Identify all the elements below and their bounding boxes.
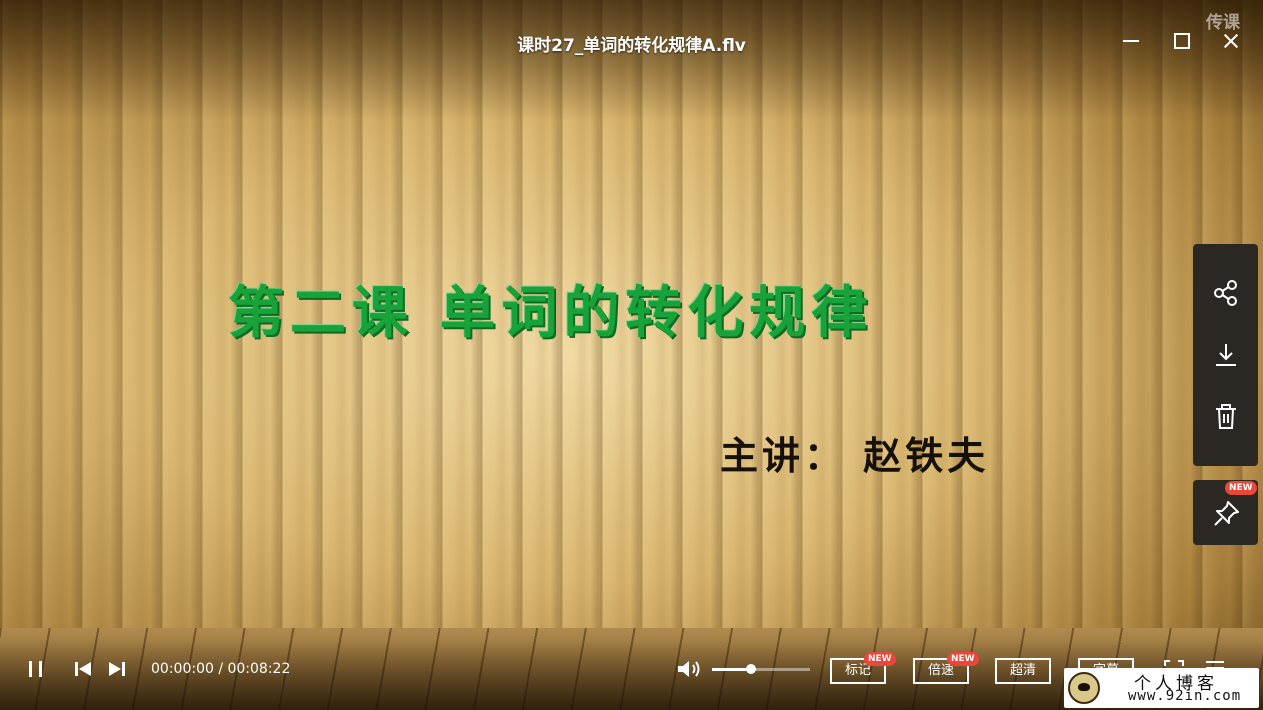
share-button[interactable] <box>1208 275 1244 311</box>
pause-button[interactable] <box>26 658 46 680</box>
quality-label: 超清 <box>1009 663 1036 678</box>
slide-lecturer: 主讲： 赵铁夫 <box>720 434 990 478</box>
download-icon <box>1216 344 1236 366</box>
site-watermark-logo: 个人博客 www.92in.com <box>1064 668 1259 708</box>
download-button[interactable] <box>1208 337 1244 373</box>
side-panel <box>1193 244 1258 466</box>
trash-icon <box>1216 404 1236 429</box>
skip-next-icon <box>109 662 125 676</box>
pause-icon <box>29 661 42 677</box>
site-watermark-url: www.92in.com <box>1128 688 1242 704</box>
speed-new-badge: NEW <box>947 652 979 666</box>
maximize-button[interactable] <box>1166 26 1196 56</box>
close-button[interactable] <box>1216 26 1246 56</box>
time-display: 00:00:00 / 00:08:22 <box>151 661 291 677</box>
video-frame[interactable]: 第二课 单词的转化规律 主讲： 赵铁夫 <box>0 0 1263 710</box>
volume-icon <box>678 661 700 677</box>
pin-button[interactable]: NEW <box>1193 480 1258 545</box>
pin-new-badge: NEW <box>1225 481 1257 495</box>
slide-title: 第二课 单词的转化规律 <box>228 281 874 346</box>
avatar-icon <box>1068 672 1100 704</box>
share-icon <box>1214 280 1237 306</box>
volume-knob[interactable] <box>746 664 757 674</box>
skip-previous-icon <box>75 662 91 676</box>
minimize-button[interactable] <box>1116 26 1146 56</box>
volume-button[interactable] <box>676 658 704 680</box>
title-bar: 课时27_单词的转化规律A.flv 传课 <box>0 0 1263 80</box>
volume-slider[interactable] <box>712 664 810 674</box>
previous-button[interactable] <box>72 658 94 680</box>
pin-icon <box>1214 501 1239 526</box>
mark-new-badge: NEW <box>864 652 896 666</box>
delete-button[interactable] <box>1208 399 1244 435</box>
window-title: 课时27_单词的转化规律A.flv <box>517 36 746 56</box>
quality-button[interactable]: 超清 <box>995 658 1051 684</box>
next-button[interactable] <box>106 658 128 680</box>
